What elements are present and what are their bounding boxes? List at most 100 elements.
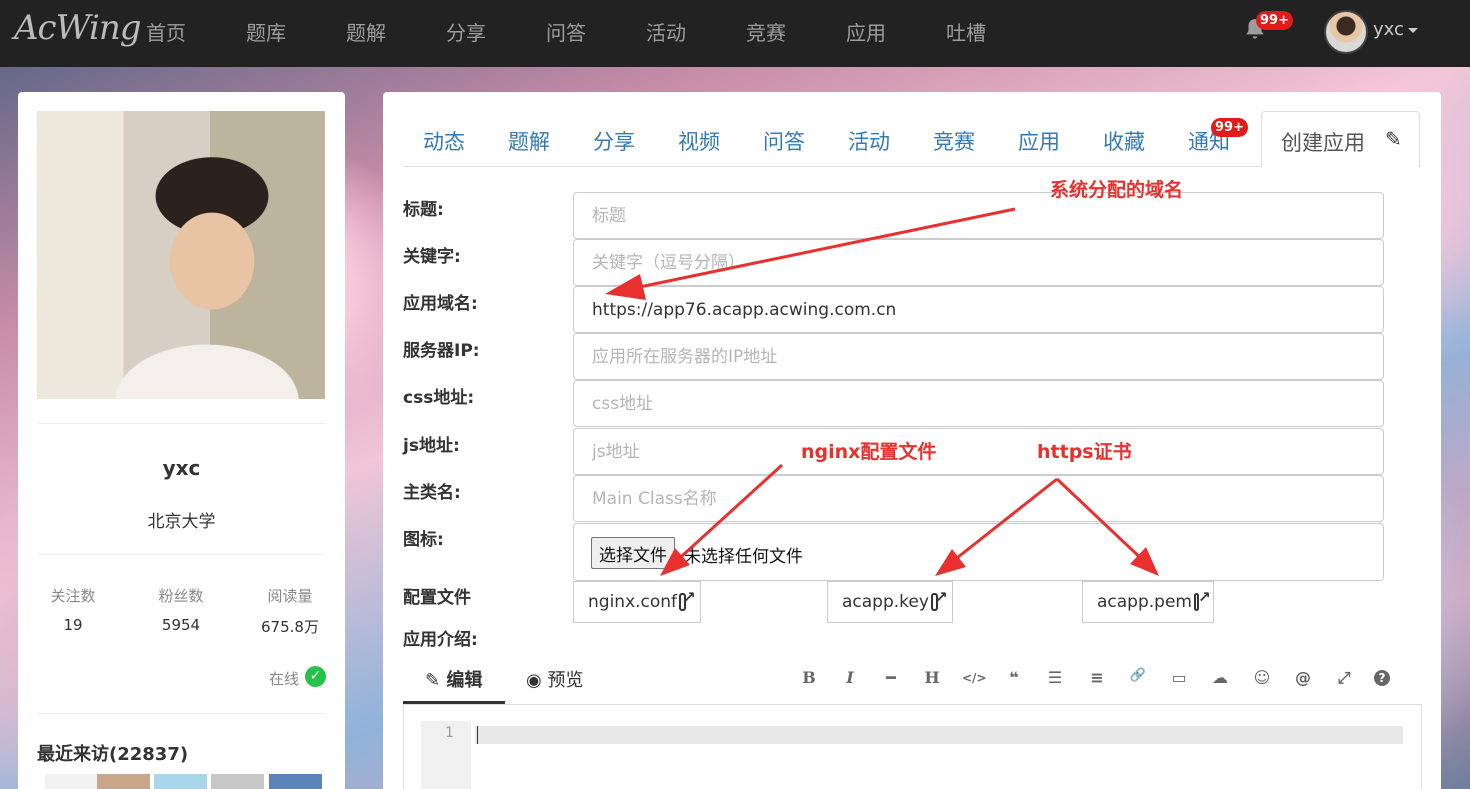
divider [37,713,325,714]
chevron-down-icon[interactable] [1408,28,1418,33]
stat-followers[interactable]: 粉丝数 5954 [126,585,236,634]
link-icon[interactable]: 🔗 [1127,668,1149,683]
nginx-conf-label: nginx.conf [588,592,678,612]
acapp-key-label: acapp.key [842,592,929,612]
editor-tab-edit[interactable]: ✎ 编辑 [425,666,482,692]
text-cursor [477,726,478,744]
keywords-input[interactable] [573,239,1384,286]
nav-qa[interactable]: 问答 [546,17,586,46]
config-label: 配置文件 [403,588,471,608]
divider [37,423,325,424]
external-link-icon [930,588,948,611]
nav-contests[interactable]: 竞赛 [746,17,786,46]
tab-contests[interactable]: 竞赛 [933,126,975,156]
mention-icon[interactable]: @ [1292,668,1314,687]
visitor-avatar[interactable] [45,774,98,789]
acapp-pem-button[interactable]: acapp.pem [1082,581,1214,623]
emoji-icon[interactable]: ☺ [1251,668,1273,687]
tab-share[interactable]: 分享 [593,126,635,156]
upload-icon[interactable]: ☁ [1209,668,1231,687]
stat-label: 阅读量 [267,587,313,605]
stat-value: 5954 [161,616,201,634]
stat-label: 粉丝数 [158,587,204,605]
css-label: css地址: [403,388,475,408]
visitor-avatar[interactable] [269,774,322,789]
top-navbar: AcWing 首页 题库 题解 分享 问答 活动 竞赛 应用 吐槽 99+ yx… [0,0,1470,67]
tab-qa[interactable]: 问答 [763,126,805,156]
tab-create-app-label: 创建应用 [1281,131,1365,155]
check-circle-icon: ✓ [305,666,326,687]
tab-apps[interactable]: 应用 [1018,126,1060,156]
nginx-conf-button[interactable]: nginx.conf [573,581,701,623]
keywords-label: 关键字: [403,247,461,267]
edit-icon: ✎ [425,670,441,691]
divider [37,554,325,555]
main-class-input[interactable] [573,475,1384,522]
visitor-avatar[interactable] [97,774,150,789]
visitor-avatar[interactable] [211,774,264,789]
acapp-pem-label: acapp.pem [1097,592,1192,612]
profile-name: yxc [162,456,201,480]
nav-problems[interactable]: 题库 [246,17,286,46]
tab-notification-badge: 99+ [1211,118,1248,137]
bold-icon[interactable]: B [798,668,820,687]
nav-activities[interactable]: 活动 [646,17,686,46]
main-class-label: 主类名: [403,483,461,503]
tab-solutions[interactable]: 题解 [508,126,550,156]
visitor-avatar[interactable] [154,774,207,789]
intro-label: 应用介绍: [403,630,478,650]
icon-file-field: 选择文件 未选择任何文件 [573,523,1384,581]
annotation-nginx: nginx配置文件 [801,441,937,463]
acapp-key-button[interactable]: acapp.key [827,581,953,623]
site-logo[interactable]: AcWing [14,8,141,48]
unordered-list-icon[interactable]: ☰ [1044,668,1066,687]
nav-feedback[interactable]: 吐槽 [946,17,986,46]
js-input[interactable] [573,428,1384,475]
image-icon[interactable]: ▭ [1168,668,1190,687]
css-input[interactable] [573,380,1384,427]
user-avatar[interactable] [1324,10,1368,54]
code-icon[interactable]: </> [962,671,987,685]
tab-create-app[interactable]: 创建应用 ✎ [1261,111,1420,168]
ordered-list-icon[interactable]: ≡ [1086,668,1108,687]
stat-views: 阅读量 675.8万 [235,585,345,637]
domain-input[interactable] [573,286,1384,333]
profile-avatar [37,111,325,399]
stat-value: 675.8万 [261,618,319,636]
annotation-domain: 系统分配的域名 [1050,179,1184,201]
stat-value: 19 [63,616,83,634]
tab-activity[interactable]: 动态 [423,126,465,156]
heading-icon[interactable]: H [921,668,943,687]
choose-file-button[interactable]: 选择文件 [591,537,675,569]
line-number: 1 [445,725,454,741]
italic-icon[interactable]: I [839,668,861,687]
icon-label: 图标: [403,530,444,550]
markdown-editor[interactable]: 1 [403,704,1422,789]
strikethrough-icon[interactable]: ━ [880,668,902,687]
nav-home[interactable]: 首页 [146,17,186,46]
tab-videos[interactable]: 视频 [678,126,720,156]
notification-badge: 99+ [1256,11,1293,30]
tab-activities[interactable]: 活动 [848,126,890,156]
pencil-icon: ✎ [1385,127,1402,151]
stat-following[interactable]: 关注数 19 [18,585,128,634]
stat-label: 关注数 [50,587,96,605]
js-label: js地址: [403,436,460,456]
quote-icon[interactable]: ❝ [1003,668,1025,687]
active-line [475,726,1403,744]
fullscreen-icon[interactable]: ⤢ [1333,668,1355,688]
profile-card: yxc 北京大学 关注数 19 粉丝数 5954 阅读量 675.8万 在线 ✓… [18,92,345,789]
title-input[interactable] [573,192,1384,239]
server-ip-input[interactable] [573,333,1384,380]
nav-apps[interactable]: 应用 [846,17,886,46]
server-ip-label: 服务器IP: [403,341,480,361]
help-icon[interactable]: ? [1374,670,1390,686]
editor-tab-edit-label: 编辑 [446,670,483,691]
nav-solutions[interactable]: 题解 [346,17,386,46]
annotation-https: https证书 [1037,441,1132,463]
domain-label: 应用域名: [403,294,478,314]
user-menu-name[interactable]: yxc [1373,19,1404,40]
tab-favorites[interactable]: 收藏 [1103,126,1145,156]
nav-share[interactable]: 分享 [446,17,486,46]
editor-tab-preview[interactable]: ◉ 预览 [526,666,583,692]
